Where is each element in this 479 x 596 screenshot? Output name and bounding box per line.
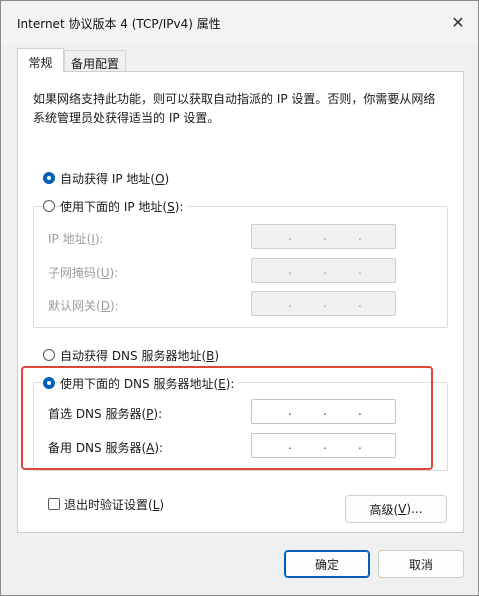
dns-auto-label[interactable]: 自动获得 DNS 服务器地址(B)	[60, 347, 219, 364]
subnet-mask-label: 子网掩码(U):	[48, 266, 119, 280]
ip-manual-radio[interactable]	[43, 200, 55, 212]
tab-general[interactable]: 常规	[17, 48, 64, 72]
window-title: Internet 协议版本 4 (TCP/IPv4) 属性	[17, 17, 221, 31]
dialog-window: Internet 协议版本 4 (TCP/IPv4) 属性 ✕ 常规 备用配置 …	[0, 0, 479, 596]
ip-address-field[interactable]: ...	[251, 224, 396, 249]
default-gateway-label: 默认网关(D):	[48, 299, 119, 313]
description-text: 如果网络支持此功能，则可以获取自动指派的 IP 设置。否则，你需要从网络系统管理…	[33, 92, 436, 125]
validate-on-exit-label[interactable]: 退出时验证设置(L)	[64, 496, 164, 513]
ip-address-label: IP 地址(I):	[48, 232, 104, 246]
tab-alternate-config[interactable]: 备用配置	[64, 50, 126, 72]
ip-auto-radio[interactable]	[43, 172, 55, 184]
subnet-mask-field[interactable]: ...	[251, 258, 396, 283]
cancel-button[interactable]: 取消	[378, 550, 464, 578]
ip-auto-label[interactable]: 自动获得 IP 地址(O)	[60, 170, 170, 187]
default-gateway-field[interactable]: ...	[251, 291, 396, 316]
dns-highlight-annotation	[21, 366, 433, 470]
dns-auto-radio[interactable]	[43, 349, 55, 361]
close-icon[interactable]: ✕	[447, 11, 469, 33]
ok-button[interactable]: 确定	[284, 550, 370, 578]
validate-on-exit-checkbox[interactable]	[48, 498, 60, 510]
ip-manual-label[interactable]: 使用下面的 IP 地址(S):	[60, 198, 188, 215]
title-bar: Internet 协议版本 4 (TCP/IPv4) 属性 ✕	[1, 1, 478, 45]
advanced-button[interactable]: 高级(V)...	[345, 495, 447, 523]
